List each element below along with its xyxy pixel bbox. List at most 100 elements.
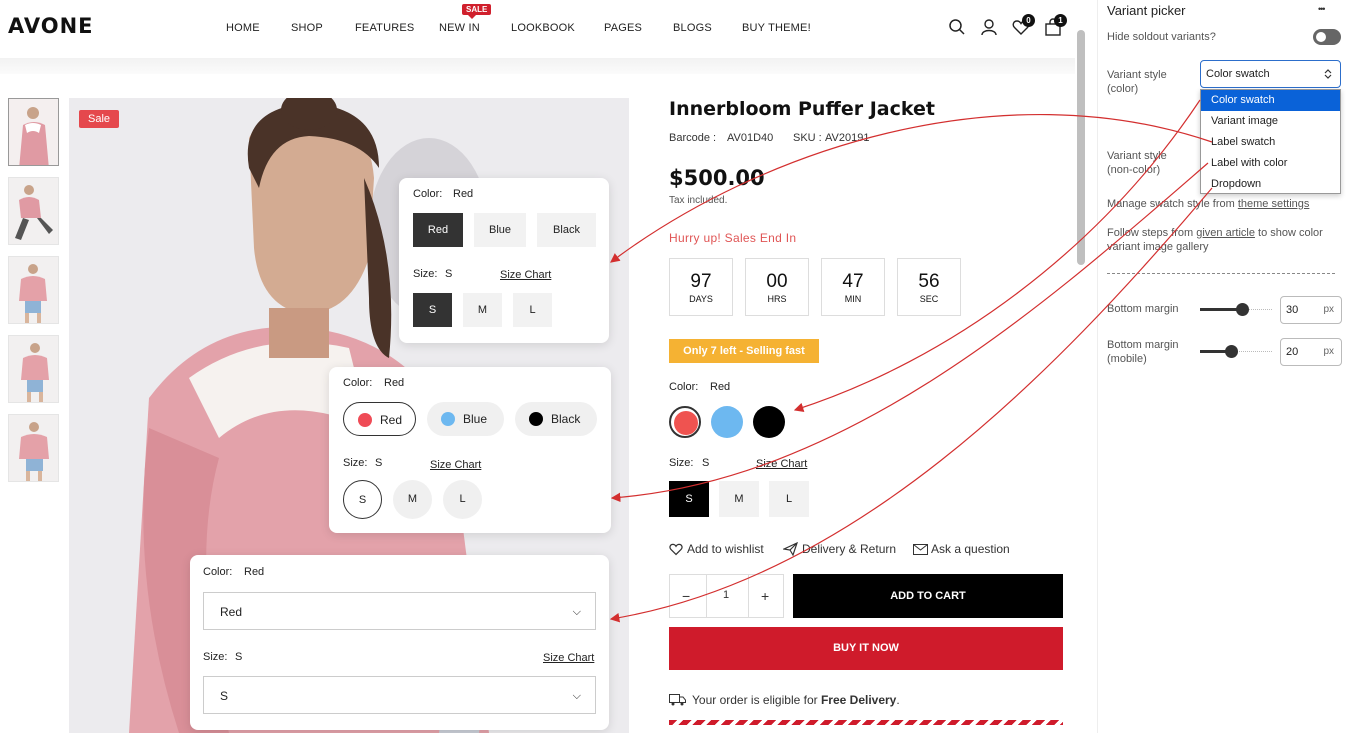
nav-home[interactable]: HOME <box>226 22 260 34</box>
gallery-thumbnail[interactable] <box>8 256 59 324</box>
color-select[interactable]: Red ⌵ <box>203 592 596 630</box>
color-option-red[interactable]: Red <box>413 213 463 247</box>
gallery-thumbnail[interactable] <box>8 98 59 166</box>
hide-soldout-label: Hide soldout variants? <box>1107 31 1216 43</box>
color-label: Color: <box>669 381 699 393</box>
chevron-down-icon: ⌵ <box>572 690 581 702</box>
page-scrollbar[interactable] <box>1077 30 1085 265</box>
nav-lookbook[interactable]: LOOKBOOK <box>511 22 575 34</box>
qty-value[interactable]: 1 <box>723 589 729 601</box>
heart-icon[interactable] <box>669 542 683 556</box>
color-option-black[interactable]: Black <box>537 213 596 247</box>
color-value: Red <box>710 381 731 393</box>
bottom-margin-mobile-slider-knob[interactable] <box>1225 345 1238 358</box>
nav-blogs[interactable]: BLOGS <box>673 22 712 34</box>
size-chart-link[interactable]: Size Chart <box>500 269 551 281</box>
size-option-s[interactable]: S <box>669 481 709 517</box>
gallery-thumbnail[interactable] <box>8 414 59 482</box>
size-value: S <box>445 268 453 280</box>
bottom-margin-input[interactable]: 30 px <box>1280 296 1342 324</box>
search-icon[interactable] <box>948 18 966 36</box>
option-variant-image[interactable]: Variant image <box>1201 111 1340 132</box>
size-label: Size: <box>669 457 694 469</box>
color-option-blue[interactable]: Blue <box>427 402 504 436</box>
delivery-note: Your order is eligible for Free Delivery… <box>692 693 900 707</box>
buy-it-now-button[interactable]: BUY IT NOW <box>669 627 1063 670</box>
ask-question-link[interactable]: Ask a question <box>931 542 1010 556</box>
size-label: Size: <box>343 457 368 469</box>
color-label: Color: <box>203 566 233 578</box>
size-chart-link[interactable]: Size Chart <box>543 652 594 664</box>
countdown-seconds: 56 SEC <box>897 258 961 316</box>
bottom-margin-slider-knob[interactable] <box>1236 303 1249 316</box>
swatch-red[interactable] <box>669 406 701 438</box>
wishlist-count-badge: 0 <box>1022 14 1035 27</box>
size-option-s[interactable]: S <box>343 480 382 519</box>
size-option-l[interactable]: L <box>513 293 552 327</box>
bottom-margin-label: Bottom margin <box>1107 303 1179 315</box>
color-dot-red <box>358 413 372 427</box>
size-option-l[interactable]: L <box>769 481 809 517</box>
more-options-icon[interactable]: ••• <box>1318 4 1326 14</box>
size-chart-link[interactable]: Size Chart <box>430 459 481 471</box>
nav-new-in[interactable]: NEW IN <box>439 22 480 34</box>
panel-title: Variant picker <box>1107 3 1186 18</box>
panel-divider <box>1107 273 1335 274</box>
stock-badge: Only 7 left - Selling fast <box>669 339 819 363</box>
plane-icon <box>783 542 798 556</box>
nav-buy-theme[interactable]: BUY THEME! <box>742 22 811 34</box>
product-price: $500.00 <box>669 166 765 190</box>
sku-label: SKU : <box>793 132 822 144</box>
select-arrows-icon <box>1324 69 1332 79</box>
option-color-swatch[interactable]: Color swatch <box>1201 90 1340 111</box>
color-option-blue[interactable]: Blue <box>474 213 526 247</box>
theme-settings-link[interactable]: theme settings <box>1238 198 1310 210</box>
color-option-red[interactable]: Red <box>343 402 416 436</box>
bottom-margin-mobile-input[interactable]: 20 px <box>1280 338 1342 366</box>
gallery-thumbnail[interactable] <box>8 335 59 403</box>
color-value: Red <box>244 566 265 578</box>
nav-features[interactable]: FEATURES <box>355 22 414 34</box>
label-with-color-card: Color: Red Red Blue Black Size: S Size C… <box>329 367 611 533</box>
size-option-m[interactable]: M <box>719 481 759 517</box>
add-to-wishlist-link[interactable]: Add to wishlist <box>687 542 764 556</box>
new-in-sale-tag: SALE <box>462 4 492 19</box>
option-label-swatch[interactable]: Label swatch <box>1201 132 1340 153</box>
variant-style-color-select[interactable]: Color swatch <box>1200 60 1341 88</box>
color-option-black[interactable]: Black <box>515 402 597 436</box>
countdown-hours: 00 HRS <box>745 258 809 316</box>
swatch-black[interactable] <box>753 406 785 438</box>
quantity-stepper[interactable]: − 1 + <box>669 574 784 618</box>
bottom-margin-mobile-label: Bottom margin (mobile) <box>1107 339 1179 365</box>
option-dropdown[interactable]: Dropdown <box>1201 174 1340 195</box>
tax-note: Tax included. <box>669 195 728 206</box>
nav-pages[interactable]: PAGES <box>604 22 642 34</box>
color-value: Red <box>384 377 405 389</box>
size-value: S <box>235 651 243 663</box>
size-option-m[interactable]: M <box>393 480 432 519</box>
size-chart-link[interactable]: Size Chart <box>756 458 807 470</box>
hide-soldout-toggle[interactable] <box>1313 29 1341 45</box>
account-icon[interactable] <box>980 18 998 36</box>
add-to-cart-button[interactable]: ADD TO CART <box>793 574 1063 618</box>
label-swatch-card: Color: Red Red Blue Black Size: S Size C… <box>399 178 609 343</box>
size-option-s[interactable]: S <box>413 293 452 327</box>
product-title: Innerbloom Puffer Jacket <box>669 98 935 120</box>
follow-steps-text: Follow steps from given article to show … <box>1107 227 1323 253</box>
qty-minus-button[interactable]: − <box>682 588 690 604</box>
size-option-m[interactable]: M <box>463 293 502 327</box>
gallery-thumbnail[interactable] <box>8 177 59 245</box>
size-select[interactable]: S ⌵ <box>203 676 596 714</box>
chevron-down-icon: ⌵ <box>572 606 581 618</box>
size-option-l[interactable]: L <box>443 480 482 519</box>
dropdown-card: Color: Red Red ⌵ Size: S Size Chart S ⌵ <box>190 555 609 730</box>
option-label-with-color[interactable]: Label with color <box>1201 153 1340 174</box>
store-logo[interactable]: AVONE <box>8 14 93 38</box>
color-dot-blue <box>441 412 455 426</box>
given-article-link[interactable]: given article <box>1196 227 1255 239</box>
barcode-label: Barcode : <box>669 132 717 144</box>
nav-shop[interactable]: SHOP <box>291 22 323 34</box>
qty-plus-button[interactable]: + <box>761 588 769 604</box>
delivery-return-link[interactable]: Delivery & Return <box>802 542 896 556</box>
swatch-blue[interactable] <box>711 406 743 438</box>
